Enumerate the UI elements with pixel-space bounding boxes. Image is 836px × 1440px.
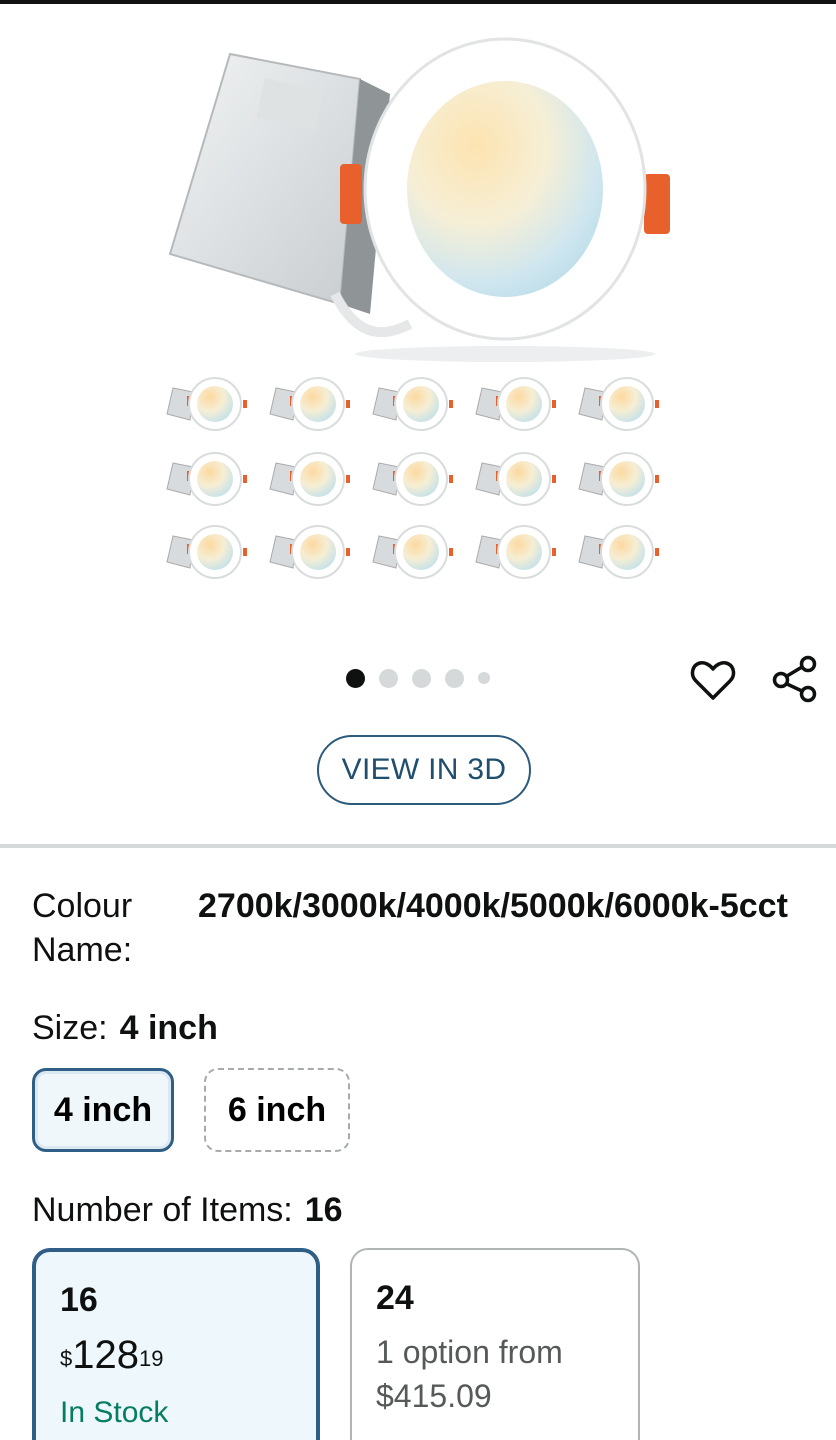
colour-name-label: Colour Name: xyxy=(32,887,133,969)
number-of-items-row: Number of Items: 16 xyxy=(32,1188,343,1232)
thumb-row-3 xyxy=(166,525,660,579)
price-whole: 128 xyxy=(72,1333,139,1377)
product-image-gallery[interactable]: VIEW IN 3D xyxy=(0,4,836,844)
share-icon[interactable] xyxy=(770,654,820,704)
option-count-text: 1 option from xyxy=(376,1334,563,1370)
size-option-4-inch[interactable]: 4 inch xyxy=(32,1068,174,1152)
section-divider xyxy=(0,844,836,848)
price-currency: $ xyxy=(60,1346,73,1371)
product-thumbnail-grid xyxy=(166,377,660,579)
number-of-items-label: Number of Items: xyxy=(32,1191,293,1229)
carousel-dot-2[interactable] xyxy=(379,668,398,688)
items-option-24-card[interactable]: 24 1 option from $415.09 xyxy=(350,1248,640,1440)
items-option-qty: 16 xyxy=(60,1281,98,1319)
carousel-dot-1[interactable] xyxy=(346,668,365,688)
size-option-6-inch[interactable]: 6 inch xyxy=(204,1068,350,1152)
thumb-row-2 xyxy=(166,452,660,506)
number-of-items-selected: 16 xyxy=(304,1191,343,1229)
carousel-dot-4[interactable] xyxy=(445,668,464,688)
colour-name-value: 2700k/3000k/4000k/5000k/6000k-5cct xyxy=(198,887,788,925)
carousel-dot-3[interactable] xyxy=(412,668,431,688)
items-option-qty: 24 xyxy=(376,1279,414,1317)
stock-status: In Stock xyxy=(60,1396,169,1429)
option-from-price: $415.09 xyxy=(376,1378,492,1414)
items-option-16-card[interactable]: 16 $12819 In Stock xyxy=(32,1248,320,1440)
product-main-image[interactable] xyxy=(160,24,680,364)
items-option-price: $12819 xyxy=(60,1332,292,1378)
view-in-3d-button[interactable]: VIEW IN 3D xyxy=(317,735,531,805)
price-cents: 19 xyxy=(139,1346,164,1371)
size-selected-value: 4 inch xyxy=(119,1009,218,1047)
size-row: Size: 4 inch xyxy=(32,1006,218,1050)
heart-icon[interactable] xyxy=(690,658,736,704)
items-option-availability: 1 option from $415.09 xyxy=(376,1330,614,1418)
carousel-dots[interactable] xyxy=(346,664,490,692)
thumb-row-1 xyxy=(166,377,660,431)
carousel-dot-5[interactable] xyxy=(478,672,490,684)
size-label: Size: xyxy=(32,1009,108,1047)
